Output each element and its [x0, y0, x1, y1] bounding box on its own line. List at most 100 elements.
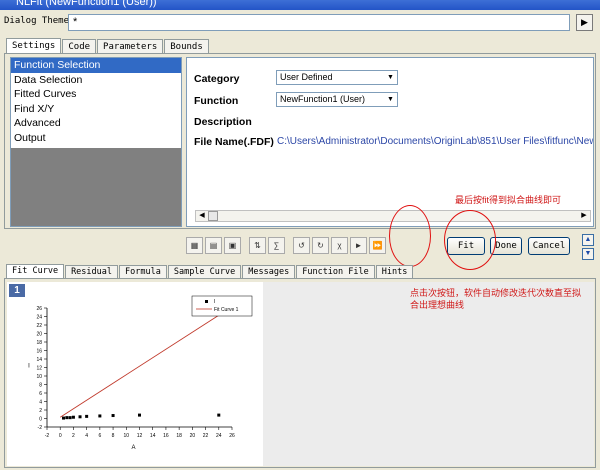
play-arrow-icon: ▶: [581, 17, 588, 27]
data-point: [217, 413, 221, 417]
y-tick-label: 10: [36, 374, 42, 380]
tab-messages[interactable]: Messages: [242, 265, 296, 278]
tab-formula[interactable]: Formula: [119, 265, 167, 278]
legend-label-fit: Fit Curve 1: [214, 307, 239, 313]
tab-sample-curve[interactable]: Sample Curve: [167, 265, 242, 278]
highlight-circle-fit: [444, 210, 496, 270]
data-point: [98, 414, 102, 418]
fit-curve-chart: -2 0 2 4 6 8 10 12 14 16 18 20 22 24 26-20246810121416…: [28, 295, 253, 451]
title-bar: NLFit (NewFunction1 (User)): [0, 0, 600, 10]
tab-hints[interactable]: Hints: [375, 265, 414, 278]
tree-item-data-selection[interactable]: Data Selection: [11, 73, 181, 88]
y-tick-label: 22: [36, 323, 42, 329]
save-icon[interactable]: ▣: [224, 237, 241, 254]
tab-residual[interactable]: Residual: [65, 265, 119, 278]
tab-fit-curve[interactable]: Fit Curve: [6, 264, 65, 278]
fit-until-converged-icon[interactable]: ⏩: [369, 237, 386, 254]
theme-menu-button[interactable]: ▶: [576, 14, 593, 31]
category-value: User Defined: [280, 72, 333, 82]
data-point: [62, 416, 66, 420]
cancel-button[interactable]: Cancel: [528, 237, 570, 255]
tab-bounds[interactable]: Bounds: [164, 39, 209, 54]
y-axis-label: I: [28, 364, 30, 370]
y-tick-label: 2: [39, 408, 42, 414]
x-tick-label: 6: [98, 433, 101, 439]
function-select[interactable]: NewFunction1 (User) ▼: [276, 92, 398, 107]
one-iteration-icon[interactable]: ↺: [293, 237, 310, 254]
settings-tabbar: Settings Code Parameters Bounds: [6, 38, 210, 54]
sort-icon[interactable]: ⇅: [249, 237, 266, 254]
category-select[interactable]: User Defined ▼: [276, 70, 398, 85]
x-tick-label: -2: [45, 433, 50, 439]
tree-item-fitted-curves[interactable]: Fitted Curves: [11, 87, 181, 102]
data-point: [71, 415, 75, 419]
tree-item-output[interactable]: Output: [11, 131, 181, 146]
x-tick-label: 24: [216, 433, 222, 439]
filename-path: C:\Users\Administrator\Documents\OriginL…: [277, 136, 593, 147]
expand-down-icon[interactable]: ▼: [582, 248, 594, 260]
window-title: NLFit (NewFunction1 (User)): [16, 0, 157, 8]
tab-parameters[interactable]: Parameters: [97, 39, 164, 54]
parameter-icon[interactable]: ∑: [268, 237, 285, 254]
tab-code[interactable]: Code: [62, 39, 97, 54]
function-label: Function: [194, 95, 239, 107]
fit-toolbar: ▦ ▤ ▣ ⇅ ∑ ↺ ↻ χ ► ⏩: [186, 237, 388, 257]
x-tick-label: 0: [59, 433, 62, 439]
x-tick-label: 4: [85, 433, 88, 439]
legend-label-points: I: [214, 299, 215, 305]
y-tick-label: 6: [39, 391, 42, 397]
data-point: [138, 413, 141, 417]
data-point: [111, 414, 115, 418]
data-point: [78, 415, 82, 419]
reset-icon[interactable]: ↻: [312, 237, 329, 254]
x-tick-label: 22: [203, 433, 209, 439]
filename-label: File Name(.FDF): [194, 136, 274, 148]
legend-point-marker: [205, 300, 208, 303]
fit-new-icon[interactable]: ▦: [186, 237, 203, 254]
chi-square-icon[interactable]: χ: [331, 237, 348, 254]
tab-function-file[interactable]: Function File: [296, 265, 375, 278]
tree-item-advanced[interactable]: Advanced: [11, 116, 181, 131]
x-tick-label: 20: [190, 433, 196, 439]
annotation-iterate-hint-line2: 合出理想曲线: [410, 300, 465, 310]
tab-settings[interactable]: Settings: [6, 38, 62, 54]
scroll-left-icon[interactable]: ◀: [196, 211, 208, 221]
x-tick-label: 16: [163, 433, 169, 439]
y-tick-label: 4: [39, 400, 42, 406]
y-tick-label: 14: [36, 357, 42, 363]
x-tick-label: 18: [176, 433, 182, 439]
collapse-up-icon[interactable]: ▲: [582, 234, 594, 246]
x-tick-label: 8: [112, 433, 115, 439]
x-tick-label: 14: [150, 433, 156, 439]
x-axis-label: A: [131, 445, 135, 451]
fit-import-icon[interactable]: ▤: [205, 237, 222, 254]
highlight-circle-iterate: [389, 205, 431, 267]
dialog-theme-input[interactable]: *: [68, 14, 570, 31]
preview-tabbar: Fit Curve Residual Formula Sample Curve …: [6, 264, 414, 278]
y-tick-label: 20: [36, 332, 42, 338]
dialog-theme-label: Dialog Theme: [4, 16, 70, 26]
annotation-fit-hint: 最后按fit得到拟合曲线即可: [455, 195, 562, 205]
scrollbar-thumb[interactable]: [208, 211, 218, 221]
tree-item-find-xy[interactable]: Find X/Y: [11, 102, 181, 117]
iteration-icon[interactable]: ►: [350, 237, 367, 254]
description-label: Description: [194, 116, 252, 128]
data-point: [68, 416, 72, 420]
settings-tree: Function Selection Data Selection Fitted…: [10, 57, 182, 227]
y-tick-label: 16: [36, 349, 42, 355]
y-tick-label: 0: [39, 417, 42, 423]
x-tick-label: 2: [72, 433, 75, 439]
scroll-right-icon[interactable]: ▶: [578, 211, 590, 221]
chevron-down-icon: ▼: [387, 96, 394, 103]
y-tick-label: 12: [36, 366, 42, 372]
y-tick-label: -2: [38, 425, 43, 431]
y-tick-label: 8: [39, 383, 42, 389]
legend-box: [191, 295, 253, 317]
y-tick-label: 26: [36, 306, 42, 312]
chevron-down-icon: ▼: [387, 74, 394, 81]
category-label: Category: [194, 73, 240, 85]
tree-item-function-selection[interactable]: Function Selection: [11, 58, 181, 73]
y-tick-label: 24: [36, 315, 42, 321]
x-tick-label: 10: [124, 433, 130, 439]
x-tick-label: 26: [229, 433, 235, 439]
